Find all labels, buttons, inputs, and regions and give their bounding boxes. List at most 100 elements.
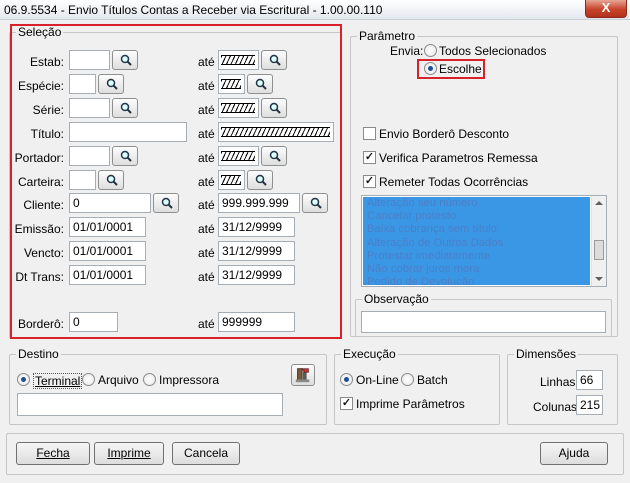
serie-from-input[interactable] — [69, 98, 110, 118]
remeter-todas-label[interactable]: Remeter Todas Ocorrências — [379, 175, 528, 189]
emissao-ate-label: até — [198, 222, 215, 236]
envia-escolhe-label[interactable]: Escolhe — [439, 62, 482, 76]
destino-terminal-label[interactable]: Terminal — [33, 373, 83, 389]
carteira-from-input[interactable] — [69, 170, 96, 190]
bordero-from-input[interactable]: 0 — [69, 312, 118, 332]
list-scrollbar[interactable] — [591, 196, 606, 286]
destino-arquivo-label[interactable]: Arquivo — [98, 373, 139, 387]
title-bar: 06.9.5534 - Envio Títulos Contas a Receb… — [0, 0, 630, 20]
search-icon — [106, 174, 118, 186]
especie-to-input[interactable] — [218, 74, 245, 94]
observacao-input[interactable] — [361, 311, 606, 333]
search-icon — [255, 174, 267, 186]
close-icon[interactable]: X — [585, 0, 627, 18]
especie-search-button[interactable] — [98, 74, 124, 94]
estab-to-input[interactable] — [218, 50, 259, 70]
list-item[interactable]: Cancelar protesto — [363, 210, 590, 223]
scroll-up-icon[interactable] — [595, 201, 603, 205]
serie-search-button[interactable] — [112, 98, 138, 118]
envia-escolhe-radio[interactable] — [424, 62, 437, 75]
dt-trans-to-input[interactable]: 31/12/9999 — [218, 265, 295, 285]
portador-to-search-button[interactable] — [261, 146, 287, 166]
serie-to-input[interactable] — [218, 98, 259, 118]
execucao-batch-radio[interactable] — [401, 373, 414, 386]
list-item[interactable]: Pedido de Devolução — [363, 276, 590, 285]
titulo-from-input[interactable] — [69, 122, 187, 142]
portador-search-button[interactable] — [112, 146, 138, 166]
destino-impressora-label[interactable]: Impressora — [159, 373, 219, 387]
colunas-label: Colunas: — [533, 400, 581, 414]
envia-todos-label[interactable]: Todos Selecionados — [439, 44, 546, 58]
scroll-down-icon[interactable] — [595, 277, 603, 281]
destino-path-input[interactable] — [17, 393, 283, 416]
estab-label: Estab: — [29, 55, 64, 69]
emissao-label: Emissão: — [14, 222, 64, 236]
execucao-online-label[interactable]: On-Line — [356, 373, 399, 387]
execucao-batch-label[interactable]: Batch — [417, 373, 448, 387]
ocorrencias-items: Alteração seu número Cancelar protesto B… — [363, 197, 590, 285]
estab-search-button[interactable] — [112, 50, 138, 70]
execucao-online-radio[interactable] — [340, 373, 353, 386]
ajuda-button[interactable]: Ajuda — [540, 442, 608, 465]
fecha-button[interactable]: Fecha — [16, 442, 90, 465]
vencto-from-input[interactable]: 01/01/0001 — [69, 241, 146, 261]
destino-impressora-radio[interactable] — [143, 373, 156, 386]
scroll-thumb[interactable] — [594, 240, 604, 260]
list-item[interactable]: Alteração de Outros Dados — [363, 237, 590, 250]
cliente-from-input[interactable]: 0 — [69, 193, 151, 213]
window-title: 06.9.5534 - Envio Títulos Contas a Receb… — [4, 3, 383, 17]
envia-todos-radio[interactable] — [424, 44, 437, 57]
carteira-to-search-button[interactable] — [247, 170, 273, 190]
bordero-to-input[interactable]: 999999 — [218, 312, 295, 332]
cliente-to-input[interactable]: 999.999.999 — [218, 193, 300, 213]
vencto-ate-label: até — [198, 246, 215, 260]
ocorrencias-list[interactable]: Alteração seu número Cancelar protesto B… — [361, 195, 607, 287]
dimensoes-legend: Dimensões — [516, 347, 577, 361]
imprime-parametros-checkbox[interactable]: ✓ — [340, 397, 353, 410]
linhas-label: Linhas: — [540, 375, 579, 389]
search-icon — [310, 197, 322, 209]
cancela-button[interactable]: Cancela — [172, 442, 240, 465]
serie-to-search-button[interactable] — [261, 98, 287, 118]
carteira-search-button[interactable] — [98, 170, 124, 190]
estab-from-input[interactable] — [69, 50, 110, 70]
portador-to-input[interactable] — [218, 146, 259, 166]
cliente-search-button[interactable] — [153, 193, 179, 213]
list-item[interactable]: Baixa cobrança sem título — [363, 223, 590, 236]
envio-bordero-checkbox[interactable] — [363, 127, 376, 140]
carteira-label: Carteira: — [17, 175, 64, 189]
search-icon — [269, 102, 281, 114]
list-item[interactable]: Não cobrar juros mora — [363, 263, 590, 276]
envio-bordero-label[interactable]: Envio Borderô Desconto — [379, 127, 509, 141]
imprime-parametros-label[interactable]: Imprime Parâmetros — [356, 397, 465, 411]
cliente-to-search-button[interactable] — [302, 193, 328, 213]
linhas-input[interactable]: 66 — [576, 370, 603, 390]
verifica-parametros-label[interactable]: Verifica Parametros Remessa — [379, 151, 538, 165]
dt-trans-ate-label: até — [198, 270, 215, 284]
estab-to-search-button[interactable] — [261, 50, 287, 70]
emissao-to-input[interactable]: 31/12/9999 — [218, 217, 295, 237]
destino-terminal-radio[interactable] — [17, 373, 30, 386]
portador-from-input[interactable] — [69, 146, 110, 166]
verifica-parametros-checkbox[interactable]: ✓ — [363, 151, 376, 164]
dt-trans-label: Dt Trans: — [15, 270, 64, 284]
list-item[interactable]: Protestar imediatamente — [363, 250, 590, 263]
titulo-to-input[interactable] — [218, 122, 334, 142]
carteira-to-input[interactable] — [218, 170, 245, 190]
observacao-legend: Observação — [364, 292, 429, 306]
cliente-label: Cliente: — [23, 198, 64, 212]
destino-config-button[interactable] — [291, 364, 315, 386]
destino-arquivo-radio[interactable] — [82, 373, 95, 386]
vencto-to-input[interactable]: 31/12/9999 — [218, 241, 295, 261]
remeter-todas-checkbox[interactable]: ✓ — [363, 175, 376, 188]
dt-trans-from-input[interactable]: 01/01/0001 — [69, 265, 146, 285]
hatch-fill — [221, 151, 255, 161]
especie-to-search-button[interactable] — [247, 74, 273, 94]
list-item[interactable]: Alteração seu número — [363, 197, 590, 210]
especie-from-input[interactable] — [69, 74, 96, 94]
search-icon — [255, 78, 267, 90]
imprime-button[interactable]: Imprime — [94, 442, 164, 465]
emissao-from-input[interactable]: 01/01/0001 — [69, 217, 146, 237]
imprime-button-label: Imprime — [107, 446, 151, 460]
colunas-input[interactable]: 215 — [576, 395, 603, 415]
